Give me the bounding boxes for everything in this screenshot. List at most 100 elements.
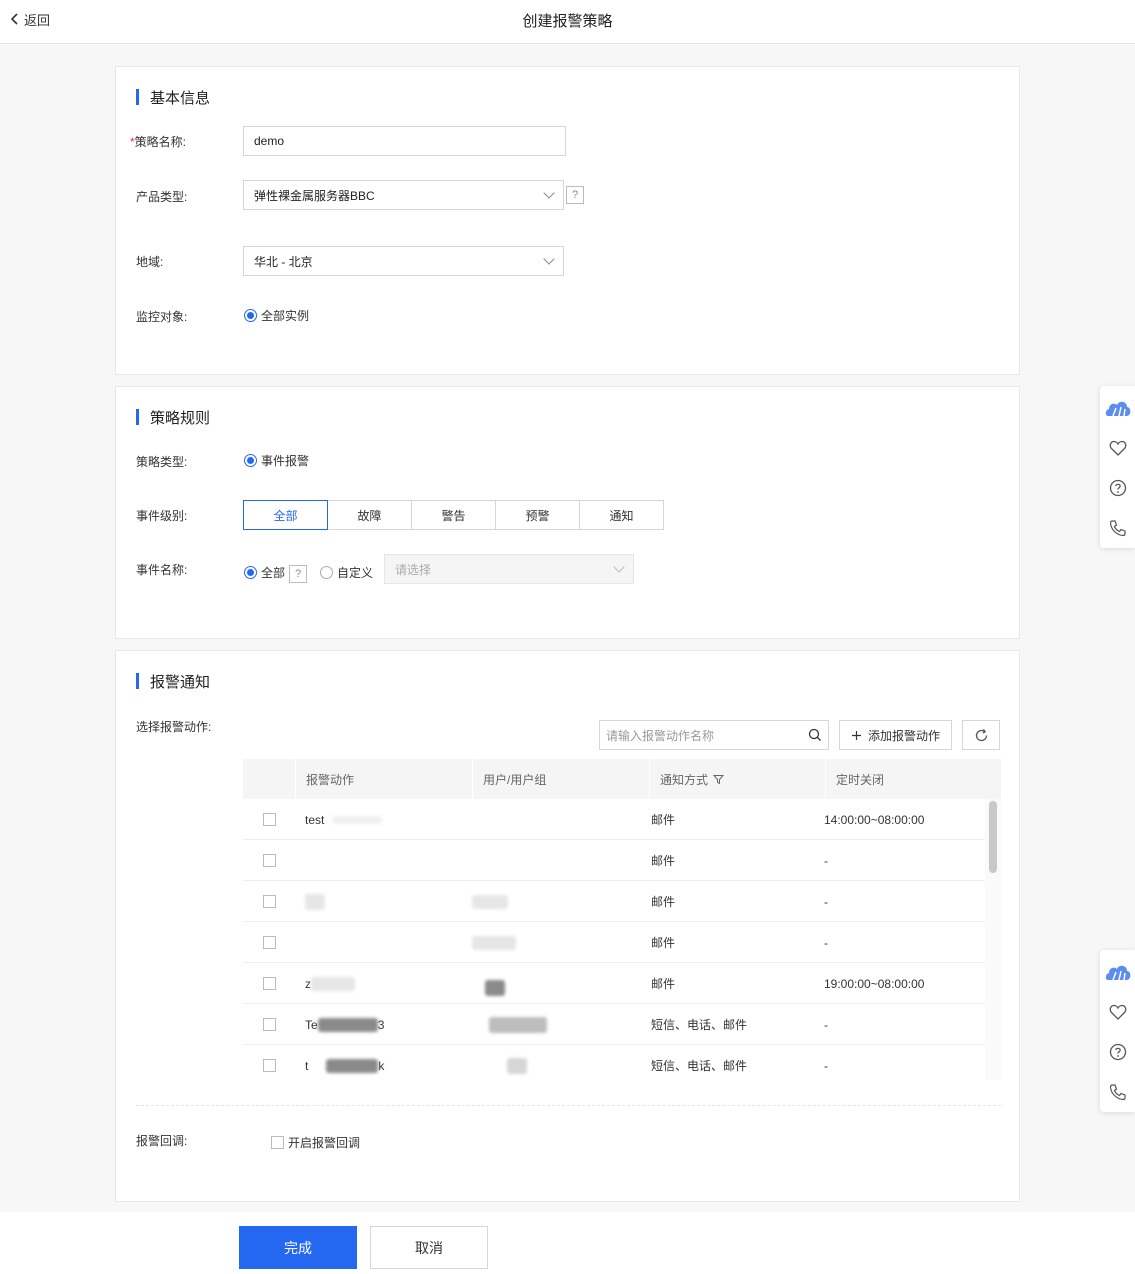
cell-action: z <box>305 963 355 1004</box>
product-help-icon[interactable]: ? <box>566 186 584 204</box>
chevron-down-icon <box>543 187 555 199</box>
floating-toolbar <box>1100 950 1135 1112</box>
event-name-select[interactable]: 请选择 <box>384 554 634 584</box>
callback-checkbox[interactable]: 开启报警回调 <box>271 1134 360 1151</box>
table-scrollbar[interactable] <box>985 799 1001 1080</box>
table-row[interactable]: 邮件 - <box>243 922 985 963</box>
radio-checked-icon <box>244 309 257 322</box>
phone-icon[interactable] <box>1100 1072 1135 1112</box>
redacted-mark <box>507 1057 527 1074</box>
table-row[interactable]: test 邮件 14:00:00~08:00:00 <box>243 799 985 840</box>
header-checkbox-cell <box>243 759 295 799</box>
cell-action-suffix: 3 <box>377 1017 385 1032</box>
cell-action-text: test <box>305 812 325 827</box>
cell-timer: - <box>824 1017 828 1032</box>
cell-timer: - <box>824 853 828 868</box>
help-icon[interactable] <box>1100 1032 1135 1072</box>
help-icon[interactable] <box>1100 468 1135 508</box>
table-row[interactable]: tk 短信、电话、邮件 - <box>243 1045 985 1080</box>
row-checkbox[interactable] <box>263 895 276 908</box>
event-level-segmented: 全部 故障 警告 预警 通知 <box>243 500 664 530</box>
redacted-mark <box>489 1016 547 1033</box>
section-divider <box>136 1105 1001 1106</box>
row-checkbox[interactable] <box>263 813 276 826</box>
level-all-button[interactable]: 全部 <box>243 500 328 530</box>
level-fault-button[interactable]: 故障 <box>327 500 412 530</box>
section-title-notify: 报警通知 <box>136 671 210 691</box>
section-title-text: 策略规则 <box>150 409 211 427</box>
refresh-icon <box>975 728 987 741</box>
redacted-mark <box>326 1058 379 1073</box>
select-action-label: 选择报警动作: <box>136 720 212 734</box>
filter-icon[interactable] <box>713 774 725 785</box>
cell-method: 邮件 <box>651 936 676 950</box>
row-checkbox[interactable] <box>263 936 276 949</box>
action-table: 报警动作 用户/用户组 通知方式 定时关闭 test 邮件 14:00:00~0… <box>243 759 1001 1080</box>
refresh-button[interactable] <box>962 720 1000 750</box>
cancel-button[interactable]: 取消 <box>370 1226 488 1269</box>
cell-method: 邮件 <box>651 895 676 909</box>
search-icon[interactable] <box>808 728 822 742</box>
cell-action-text: t <box>305 1058 309 1073</box>
level-notice-button[interactable]: 通知 <box>579 500 664 530</box>
row-checkbox[interactable] <box>263 1018 276 1031</box>
table-row[interactable]: Te 3 短信、电话、邮件 - <box>243 1004 985 1045</box>
checkbox-unchecked-icon <box>271 1136 284 1149</box>
col-method-text: 通知方式 <box>660 772 709 787</box>
region-label: 地域: <box>136 255 164 269</box>
row-checkbox[interactable] <box>263 854 276 867</box>
product-type-label: 产品类型: <box>136 190 188 204</box>
table-header: 报警动作 用户/用户组 通知方式 定时关闭 <box>243 759 1001 799</box>
action-search-input[interactable]: 请输入报警动作名称 <box>599 720 829 750</box>
page-title: 创建报警策略 <box>522 13 613 30</box>
phone-icon[interactable] <box>1100 508 1135 548</box>
col-action: 报警动作 <box>295 759 472 799</box>
scrollbar-thumb[interactable] <box>989 801 997 873</box>
submit-button[interactable]: 完成 <box>239 1226 357 1269</box>
level-prewarning-button[interactable]: 预警 <box>495 500 580 530</box>
table-row[interactable]: z 邮件 19:00:00~08:00:00 <box>243 963 985 1004</box>
section-title-text: 基本信息 <box>150 89 211 107</box>
region-select[interactable]: 华北 - 北京 <box>243 246 564 276</box>
plus-icon <box>851 730 861 740</box>
radio-checked-icon <box>244 566 257 579</box>
add-action-button[interactable]: 添加报警动作 <box>839 720 952 750</box>
cell-action: Te 3 <box>305 1004 384 1045</box>
heart-icon[interactable] <box>1100 428 1135 468</box>
radio-event-alarm-label: 事件报警 <box>261 454 310 468</box>
footer-bar: 完成 取消 <box>0 1212 1135 1274</box>
event-level-label: 事件级别: <box>136 509 188 523</box>
policy-rules-card: 策略规则 策略类型: 事件报警 事件级别: 全部 故障 警告 预警 通知 事件名… <box>115 386 1020 639</box>
basic-info-card: 基本信息 *策略名称: demo 产品类型: 弹性裸金属服务器BBC ? 地域:… <box>115 66 1020 375</box>
cell-action-text: Te <box>305 1017 318 1032</box>
row-checkbox[interactable] <box>263 977 276 990</box>
radio-event-all[interactable]: 全部 <box>244 564 285 581</box>
policy-name-input[interactable]: demo <box>243 126 566 156</box>
search-placeholder: 请输入报警动作名称 <box>606 728 715 743</box>
heart-icon[interactable] <box>1100 992 1135 1032</box>
section-accent-bar <box>136 409 139 425</box>
policy-name-value: demo <box>254 134 285 148</box>
event-help-icon[interactable]: ? <box>289 565 307 583</box>
cloud-logo-icon[interactable] <box>1100 388 1135 428</box>
section-title-text: 报警通知 <box>150 673 211 691</box>
col-method: 通知方式 <box>649 759 825 799</box>
level-warning-button[interactable]: 警告 <box>411 500 496 530</box>
policy-name-label-text: 策略名称: <box>134 135 187 149</box>
radio-all-instances[interactable]: 全部实例 <box>244 307 309 324</box>
table-row[interactable]: 邮件 - <box>243 881 985 922</box>
monitor-target-label: 监控对象: <box>136 310 188 324</box>
cell-timer: - <box>824 935 828 950</box>
product-type-select[interactable]: 弹性裸金属服务器BBC <box>243 180 564 210</box>
cloud-logo-icon[interactable] <box>1100 952 1135 992</box>
redacted-mark <box>305 893 325 910</box>
section-accent-bar <box>136 89 139 105</box>
row-checkbox[interactable] <box>263 1059 276 1072</box>
table-row[interactable]: 邮件 - <box>243 840 985 881</box>
cell-timer: 19:00:00~08:00:00 <box>824 976 925 991</box>
col-user: 用户/用户组 <box>472 759 649 799</box>
radio-event-custom[interactable]: 自定义 <box>320 564 373 581</box>
radio-event-alarm[interactable]: 事件报警 <box>244 452 309 469</box>
cell-action: test <box>305 799 383 840</box>
radio-checked-icon <box>244 454 257 467</box>
